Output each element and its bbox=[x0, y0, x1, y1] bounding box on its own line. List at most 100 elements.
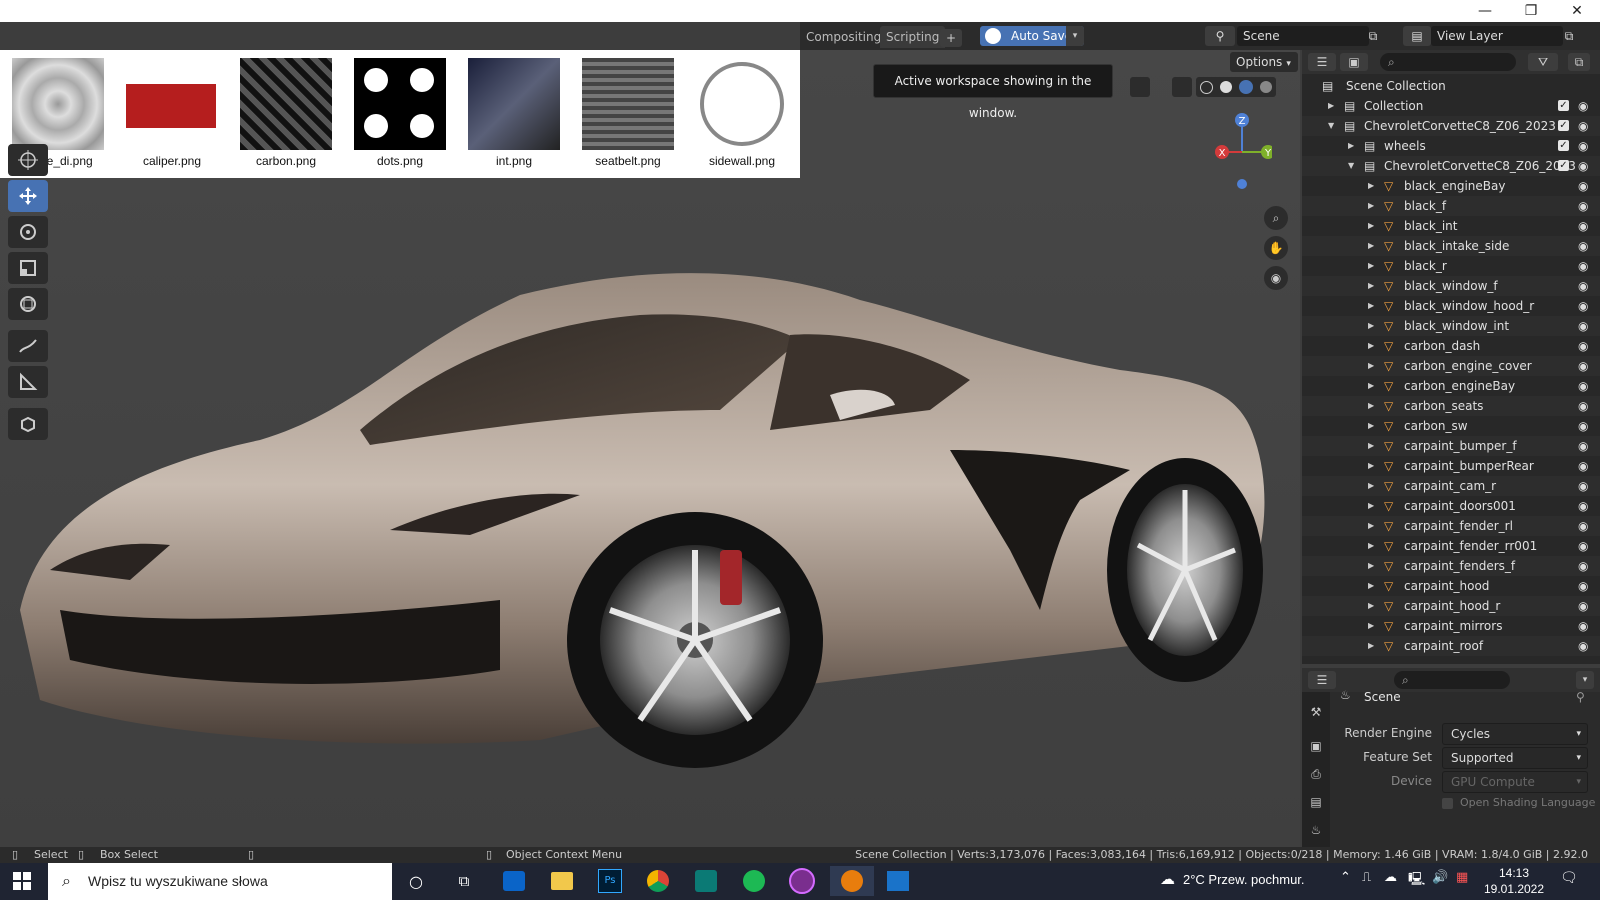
material-shading-icon[interactable] bbox=[1239, 80, 1254, 94]
thumbnail-carbon[interactable] bbox=[240, 58, 332, 150]
expand-toggle-icon[interactable]: ▼ bbox=[1328, 116, 1334, 136]
add-cube-tool[interactable] bbox=[8, 408, 48, 440]
outliner-row[interactable]: ▶ ▽ carpaint_bumper_f ◉ bbox=[1302, 436, 1600, 456]
terminal-app-icon[interactable] bbox=[690, 866, 722, 896]
display-mode-icon[interactable]: ▣ bbox=[1340, 53, 1368, 71]
visibility-eye-icon[interactable]: ◉ bbox=[1578, 396, 1588, 416]
taskbar-search-box[interactable]: ⌕ Wpisz tu wyszukiwane słowa bbox=[48, 863, 392, 900]
transform-tool[interactable] bbox=[8, 288, 48, 320]
scene-selector-icon[interactable]: ⚲ bbox=[1205, 26, 1235, 46]
outliner-row[interactable]: ▶ ▽ black_f ◉ bbox=[1302, 196, 1600, 216]
visibility-eye-icon[interactable]: ◉ bbox=[1578, 496, 1588, 516]
thumbnail-dots[interactable] bbox=[354, 58, 446, 150]
expand-toggle-icon[interactable]: ▶ bbox=[1368, 616, 1374, 636]
thumbnail-caliper[interactable] bbox=[126, 84, 216, 128]
outliner-row[interactable]: ▶ ▽ carbon_engineBay ◉ bbox=[1302, 376, 1600, 396]
clock-time[interactable]: 14:13 bbox=[1482, 866, 1546, 880]
visibility-eye-icon[interactable]: ◉ bbox=[1578, 416, 1588, 436]
expand-toggle-icon[interactable]: ▶ bbox=[1368, 476, 1374, 496]
outliner-row[interactable]: ▶ ▽ black_window_int ◉ bbox=[1302, 316, 1600, 336]
chevron-down-icon[interactable]: ▾ bbox=[1576, 671, 1594, 689]
outliner-row[interactable]: ▶ ▽ carpaint_doors001 ◉ bbox=[1302, 496, 1600, 516]
add-workspace-button[interactable]: + bbox=[940, 29, 962, 47]
outliner-row[interactable]: ▶ ▽ carbon_seats ◉ bbox=[1302, 396, 1600, 416]
weather-text[interactable]: 2°C Przew. pochmur. bbox=[1183, 872, 1305, 887]
properties-search-input[interactable]: ⌕ bbox=[1394, 671, 1510, 689]
scene-tab-icon[interactable]: ♨ bbox=[1306, 820, 1326, 840]
outliner-row[interactable]: ▶ ▽ carpaint_hood_r ◉ bbox=[1302, 596, 1600, 616]
tab-scripting[interactable]: Scripting bbox=[880, 26, 946, 48]
thumbnail-interior[interactable] bbox=[468, 58, 560, 150]
visibility-eye-icon[interactable]: ◉ bbox=[1578, 376, 1588, 396]
chrome-icon[interactable] bbox=[642, 866, 674, 896]
zoom-icon[interactable]: ⌕ bbox=[1264, 206, 1288, 230]
expand-toggle-icon[interactable]: ▼ bbox=[1348, 156, 1354, 176]
outliner-row[interactable]: ▶ ▤ Collection ✓ ◉ bbox=[1302, 96, 1600, 116]
expand-toggle-icon[interactable]: ▶ bbox=[1368, 416, 1374, 436]
render-icon[interactable]: ▣ bbox=[1306, 736, 1326, 756]
scale-tool[interactable] bbox=[8, 252, 48, 284]
solid-shading-icon[interactable] bbox=[1219, 81, 1232, 93]
tab-compositing[interactable]: Compositing bbox=[800, 26, 887, 48]
expand-toggle-icon[interactable]: ▶ bbox=[1368, 336, 1374, 356]
visibility-eye-icon[interactable]: ◉ bbox=[1578, 576, 1588, 596]
visibility-eye-icon[interactable]: ◉ bbox=[1578, 356, 1588, 376]
rotate-tool[interactable] bbox=[8, 216, 48, 248]
annotate-tool[interactable] bbox=[8, 330, 48, 362]
thumbnail-brake-disc[interactable] bbox=[12, 58, 104, 150]
thumbnail-sidewall[interactable] bbox=[696, 58, 788, 150]
visibility-eye-icon[interactable]: ◉ bbox=[1578, 516, 1588, 536]
outliner-row[interactable]: ▶ ▽ black_engineBay ◉ bbox=[1302, 176, 1600, 196]
navigation-gizmo[interactable]: Z Y X bbox=[1212, 108, 1272, 192]
view-layer-field[interactable]: View Layer bbox=[1431, 26, 1563, 46]
camera-view-icon[interactable]: ◉ bbox=[1264, 266, 1288, 290]
visibility-eye-icon[interactable]: ◉ bbox=[1578, 136, 1588, 156]
visibility-eye-icon[interactable]: ◉ bbox=[1578, 616, 1588, 636]
exclude-checkbox[interactable]: ✓ bbox=[1558, 140, 1569, 151]
expand-toggle-icon[interactable]: ▶ bbox=[1368, 436, 1374, 456]
osl-checkbox[interactable] bbox=[1442, 798, 1453, 809]
editor-type-icon[interactable]: ☰ bbox=[1308, 53, 1336, 71]
outliner-row[interactable]: ▶ ▽ carpaint_hood ◉ bbox=[1302, 576, 1600, 596]
outliner-row[interactable]: ▶ ▽ carpaint_fender_rr001 ◉ bbox=[1302, 536, 1600, 556]
outliner-row[interactable]: ▶ ▽ carpaint_bumperRear ◉ bbox=[1302, 456, 1600, 476]
expand-toggle-icon[interactable]: ▶ bbox=[1368, 496, 1374, 516]
outliner-row[interactable]: ▶ ▽ black_int ◉ bbox=[1302, 216, 1600, 236]
exclude-checkbox[interactable]: ✓ bbox=[1558, 100, 1569, 111]
outlook-icon[interactable] bbox=[498, 866, 530, 896]
expand-toggle-icon[interactable]: ▶ bbox=[1368, 316, 1374, 336]
xray-toggle[interactable] bbox=[1130, 77, 1150, 97]
outliner-row[interactable]: ▼ ▤ ChevroletCorvetteC8_Z06_2023 ✓ ◉ bbox=[1302, 116, 1600, 136]
outliner-row[interactable]: ▶ ▽ carpaint_fenders_f ◉ bbox=[1302, 556, 1600, 576]
expand-toggle-icon[interactable]: ▶ bbox=[1368, 516, 1374, 536]
visibility-eye-icon[interactable]: ◉ bbox=[1578, 256, 1588, 276]
restore-button[interactable]: ❐ bbox=[1508, 0, 1554, 22]
wireframe-shading-icon[interactable] bbox=[1199, 80, 1213, 94]
cursor-tool[interactable] bbox=[8, 144, 48, 176]
outliner-row[interactable]: ▶ ▽ black_window_f ◉ bbox=[1302, 276, 1600, 296]
visibility-eye-icon[interactable]: ◉ bbox=[1578, 196, 1588, 216]
expand-toggle-icon[interactable]: ▶ bbox=[1368, 276, 1374, 296]
expand-toggle-icon[interactable]: ▶ bbox=[1328, 96, 1334, 116]
rendered-shading-icon[interactable] bbox=[1260, 81, 1273, 93]
expand-toggle-icon[interactable]: ▶ bbox=[1368, 396, 1374, 416]
visibility-eye-icon[interactable]: ◉ bbox=[1578, 436, 1588, 456]
filter-icon[interactable]: ⛛ bbox=[1528, 53, 1558, 71]
outliner-row[interactable]: ▶ ▽ black_window_hood_r ◉ bbox=[1302, 296, 1600, 316]
outliner-row[interactable]: ▶ ▽ black_r ◉ bbox=[1302, 256, 1600, 276]
outliner-row[interactable]: ▶ ▽ carpaint_fender_rl ◉ bbox=[1302, 516, 1600, 536]
chevron-up-icon[interactable]: ⌃ bbox=[1340, 870, 1351, 885]
visibility-eye-icon[interactable]: ◉ bbox=[1578, 116, 1588, 136]
expand-toggle-icon[interactable]: ▶ bbox=[1368, 596, 1374, 616]
feature-set-dropdown[interactable]: Supported ▾ bbox=[1442, 747, 1588, 769]
windows-start-icon[interactable] bbox=[6, 866, 38, 896]
visibility-eye-icon[interactable]: ◉ bbox=[1578, 536, 1588, 556]
visibility-eye-icon[interactable]: ◉ bbox=[1578, 556, 1588, 576]
options-dropdown[interactable]: Options ▾ bbox=[1230, 52, 1298, 72]
visibility-eye-icon[interactable]: ◉ bbox=[1578, 476, 1588, 496]
expand-toggle-icon[interactable]: ▶ bbox=[1368, 236, 1374, 256]
visibility-eye-icon[interactable]: ◉ bbox=[1578, 636, 1588, 656]
clock-date[interactable]: 19.01.2022 bbox=[1482, 882, 1546, 896]
move-tool[interactable] bbox=[8, 180, 48, 212]
network-icon[interactable]: 🖳 bbox=[1408, 870, 1425, 892]
